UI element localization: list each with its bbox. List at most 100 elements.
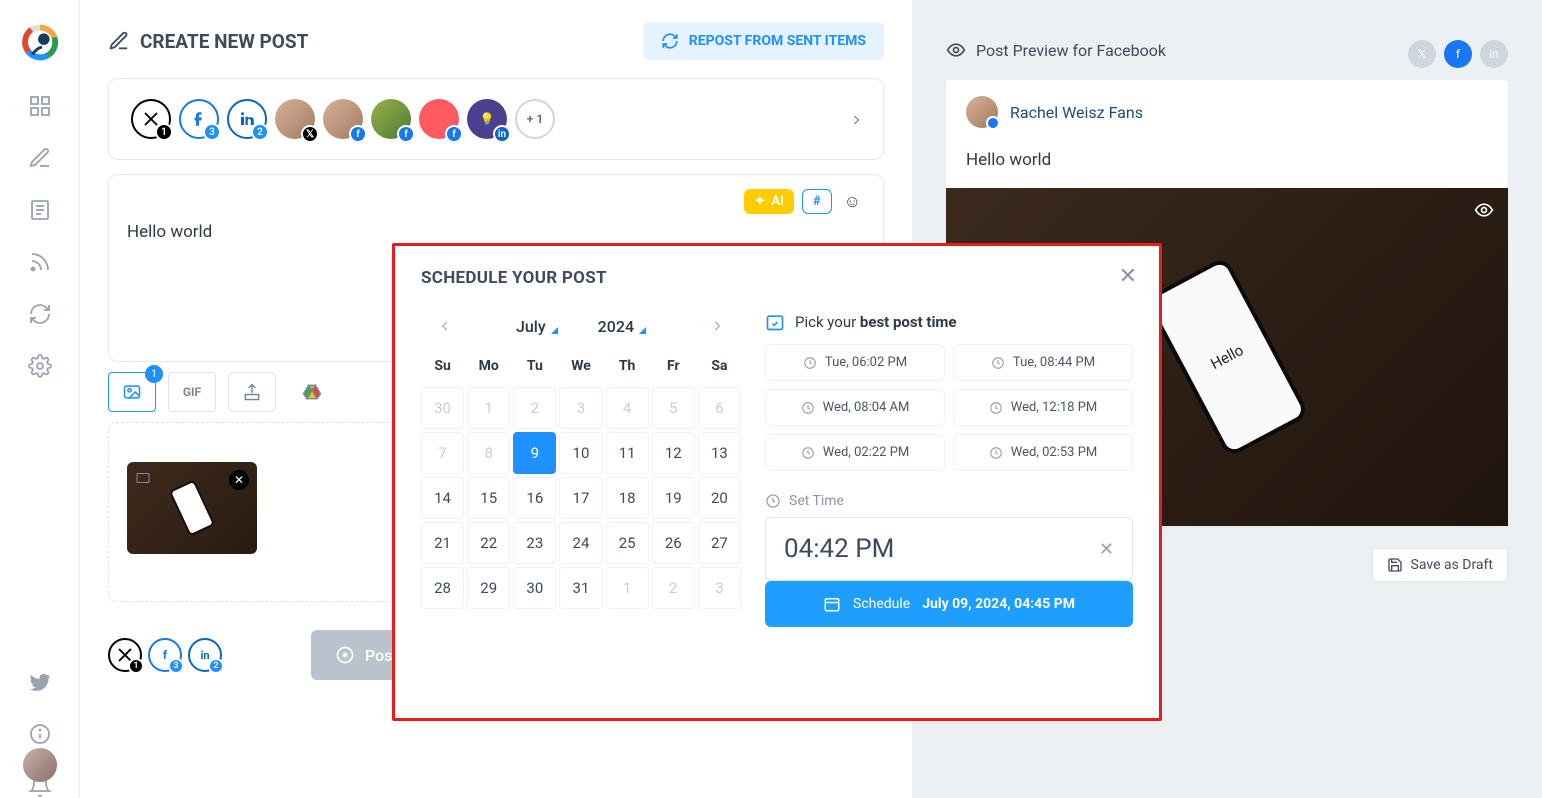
app-logo[interactable] — [17, 20, 63, 66]
save-draft-button[interactable]: Save as Draft — [1372, 548, 1508, 582]
preview-net-twitter[interactable]: 𝕏 — [1408, 40, 1436, 68]
summary-linkedin[interactable]: in2 — [188, 638, 222, 672]
calendar-day[interactable]: 14 — [421, 477, 464, 519]
account-twitter[interactable]: 1 — [131, 99, 171, 139]
best-time-option[interactable]: Wed, 08:04 AM — [765, 389, 945, 426]
prev-month-button[interactable] — [431, 312, 459, 340]
best-time-option[interactable]: Tue, 06:02 PM — [765, 344, 945, 381]
best-time-option[interactable]: Wed, 02:22 PM — [765, 434, 945, 471]
repost-button[interactable]: REPOST FROM SENT ITEMS — [643, 22, 884, 60]
calendar-dow: Su — [421, 352, 464, 384]
calendar: July 2024 SuMoTuWeThFrSa3012345678910111… — [421, 312, 741, 627]
account-profile-5[interactable]: 💡in — [467, 99, 507, 139]
user-avatar[interactable] — [23, 748, 57, 782]
calendar-day[interactable]: 2 — [513, 387, 556, 429]
calendar-day[interactable]: 17 — [559, 477, 602, 519]
account-profile-4[interactable]: f — [419, 99, 459, 139]
preview-eye-icon[interactable] — [1474, 200, 1494, 220]
calendar-day[interactable]: 22 — [467, 522, 510, 564]
calendar-day[interactable]: 6 — [698, 387, 741, 429]
calendar-day[interactable]: 7 — [421, 432, 464, 474]
calendar-day[interactable]: 4 — [606, 387, 649, 429]
upload-button[interactable] — [228, 372, 276, 412]
calendar-day[interactable]: 25 — [606, 522, 649, 564]
eye-icon — [946, 40, 966, 60]
calendar-day[interactable]: 28 — [421, 567, 464, 609]
close-button[interactable]: ✕ — [1119, 264, 1137, 289]
year-selector[interactable]: 2024 — [598, 317, 646, 336]
schedule-confirm-button[interactable]: Schedule July 09, 2024, 04:45 PM — [765, 581, 1133, 627]
account-profile-2[interactable]: f — [323, 99, 363, 139]
feed-icon[interactable] — [28, 250, 52, 274]
calendar-day[interactable]: 1 — [606, 567, 649, 609]
summary-facebook[interactable]: f3 — [148, 638, 182, 672]
calendar-day[interactable]: 2 — [652, 567, 695, 609]
calendar-day[interactable]: 23 — [513, 522, 556, 564]
clear-time-button[interactable]: ✕ — [1099, 539, 1114, 560]
calendar-day[interactable]: 15 — [467, 477, 510, 519]
next-month-button[interactable] — [703, 312, 731, 340]
image-button[interactable]: 1 — [108, 372, 156, 412]
settings-icon[interactable] — [28, 354, 52, 378]
calendar-day[interactable]: 5 — [652, 387, 695, 429]
calendar-day[interactable]: 29 — [467, 567, 510, 609]
preview-user: Rachel Weisz Fans — [966, 96, 1488, 128]
ai-button[interactable]: ✦ AI — [744, 189, 793, 214]
best-time-option[interactable]: Wed, 02:53 PM — [953, 434, 1133, 471]
network-overlay-linkedin: in — [493, 125, 511, 143]
calendar-day[interactable]: 27 — [698, 522, 741, 564]
preview-net-facebook[interactable]: f — [1444, 40, 1472, 68]
calendar-day[interactable]: 31 — [559, 567, 602, 609]
chevron-right-icon[interactable] — [849, 112, 863, 126]
calendar-day[interactable]: 26 — [652, 522, 695, 564]
calendar-day[interactable]: 30 — [421, 387, 464, 429]
compose-icon[interactable] — [28, 146, 52, 170]
calendar-day[interactable]: 16 — [513, 477, 556, 519]
main-area: CREATE NEW POST REPOST FROM SENT ITEMS 1… — [80, 0, 1542, 798]
twitter-icon[interactable] — [28, 670, 52, 694]
account-profile-3[interactable]: f — [371, 99, 411, 139]
calendar-dow: Mo — [467, 352, 510, 384]
calendar-day[interactable]: 3 — [698, 567, 741, 609]
account-facebook[interactable]: 3 — [179, 99, 219, 139]
calendar-day[interactable]: 21 — [421, 522, 464, 564]
left-nav — [0, 0, 80, 798]
summary-twitter[interactable]: 1 — [108, 638, 142, 672]
hashtag-button[interactable]: # — [802, 189, 832, 214]
info-icon[interactable] — [28, 722, 52, 746]
calendar-day[interactable]: 11 — [606, 432, 649, 474]
calendar-day[interactable]: 20 — [698, 477, 741, 519]
calendar-day[interactable]: 10 — [559, 432, 602, 474]
calendar-day[interactable]: 1 — [467, 387, 510, 429]
google-drive-button[interactable] — [288, 372, 336, 412]
calendar-day[interactable]: 8 — [467, 432, 510, 474]
preview-net-linkedin[interactable]: in — [1480, 40, 1508, 68]
gif-button[interactable]: GIF — [168, 372, 216, 412]
remove-media-button[interactable]: ✕ — [229, 470, 249, 490]
calendar-day[interactable]: 18 — [606, 477, 649, 519]
content-icon[interactable] — [28, 198, 52, 222]
accounts-bar[interactable]: 1 3 2 𝕏 f f f 💡in + 1 — [108, 78, 884, 160]
calendar-day[interactable]: 3 — [559, 387, 602, 429]
calendar-day[interactable]: 13 — [698, 432, 741, 474]
composer-text[interactable]: Hello world — [127, 222, 865, 242]
calendar-header: July 2024 — [421, 312, 741, 352]
best-time-option[interactable]: Wed, 12:18 PM — [953, 389, 1133, 426]
time-input[interactable]: 04:42 PM ✕ — [765, 517, 1133, 581]
calendar-day[interactable]: 12 — [652, 432, 695, 474]
recycle-icon[interactable] — [28, 302, 52, 326]
account-profile-1[interactable]: 𝕏 — [275, 99, 315, 139]
month-selector[interactable]: July — [516, 317, 558, 336]
calendar-day[interactable]: 9 — [513, 432, 556, 474]
best-time-option[interactable]: Tue, 08:44 PM — [953, 344, 1133, 381]
account-more-button[interactable]: + 1 — [515, 99, 555, 139]
emoji-button[interactable]: ☺ — [840, 189, 865, 214]
calendar-day[interactable]: 30 — [513, 567, 556, 609]
media-thumbnail[interactable]: ✕ — [127, 462, 257, 554]
edit-icon — [108, 30, 130, 52]
account-linkedin[interactable]: 2 — [227, 99, 267, 139]
calendar-day[interactable]: 19 — [652, 477, 695, 519]
dashboard-icon[interactable] — [28, 94, 52, 118]
modal-title: SCHEDULE YOUR POST — [421, 268, 1133, 288]
calendar-day[interactable]: 24 — [559, 522, 602, 564]
